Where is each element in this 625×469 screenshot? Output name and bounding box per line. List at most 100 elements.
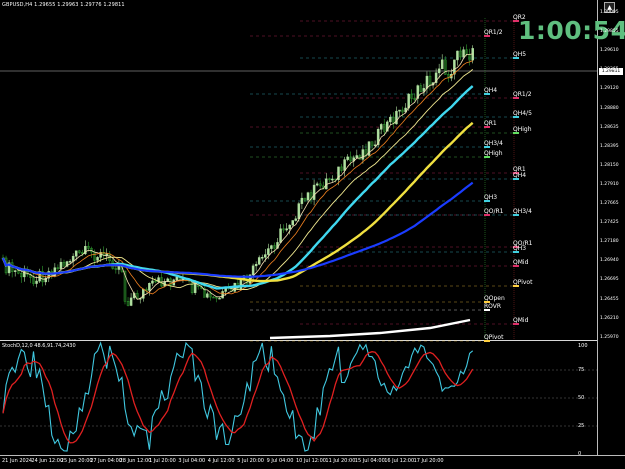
- level-label: QH3/4: [513, 208, 532, 216]
- price-tick: 1.29365: [600, 67, 619, 73]
- price-tick: 1.28880: [600, 105, 619, 111]
- symbol-label: GBPUSD,H4 1.29655 1.29963 1.29776 1.2981…: [2, 2, 125, 8]
- price-tick: 1.29610: [600, 48, 619, 54]
- candle-body: [306, 192, 310, 201]
- candle-body: [440, 59, 444, 70]
- candle-body: [74, 250, 78, 257]
- candle-body: [285, 228, 288, 231]
- candle-body: [193, 283, 197, 293]
- level-label: QHigh: [484, 150, 503, 158]
- time-tick: 17 Jul 20:00: [413, 458, 444, 464]
- osc-tick: 100: [578, 343, 588, 349]
- price-tick: 1.28395: [600, 143, 619, 149]
- time-tick: 1 Jul 20:00: [149, 458, 176, 464]
- chart-drawing: [0, 18, 597, 452]
- candle-body: [398, 109, 401, 112]
- candle-body: [331, 178, 334, 181]
- osc-tick: 0: [578, 451, 582, 457]
- level-label: QO/R1: [484, 208, 504, 216]
- candle-body: [294, 218, 298, 221]
- candle-body: [343, 159, 346, 171]
- candle-body: [379, 124, 383, 130]
- osc-tick: 25: [578, 423, 585, 429]
- candle-body: [68, 260, 72, 263]
- time-tick: 16 Jul 12:00: [384, 458, 415, 464]
- stoch-main-line: [2, 341, 474, 452]
- candle-body: [453, 59, 456, 75]
- time-tick: 27 Jun 04:00: [90, 458, 122, 464]
- candle-body: [355, 155, 359, 159]
- candle-body: [96, 257, 99, 261]
- level-label: QR2: [513, 14, 526, 22]
- time-tick: 24 Jun 12:00: [31, 458, 64, 464]
- candle-body: [218, 297, 221, 300]
- time-tick: 15 Jul 04:00: [354, 458, 385, 464]
- level-label: QPivot: [484, 334, 504, 342]
- candle-body: [254, 264, 258, 267]
- candle-body: [221, 291, 224, 299]
- time-tick: 4 Jul 12:00: [207, 458, 235, 464]
- candle-body: [300, 197, 304, 204]
- candle-body: [257, 257, 261, 265]
- price-tick: 1.29855: [600, 29, 619, 35]
- ma-white-line: [269, 318, 471, 340]
- level-label: QH4: [513, 172, 527, 180]
- oscillator-label: StochD,12,0 48.6,91.74,2430: [2, 343, 76, 349]
- candle-body: [361, 149, 365, 160]
- candle-body: [175, 276, 179, 281]
- candle-body: [279, 228, 282, 243]
- candle-body: [59, 261, 63, 269]
- symbol-name: GBPUSD,H4: [2, 2, 33, 8]
- candle-body: [206, 293, 209, 298]
- price-tick: 1.25970: [600, 334, 619, 340]
- price-tick: 1.27910: [600, 181, 619, 187]
- candle-body: [142, 288, 145, 299]
- candle-body: [148, 283, 151, 291]
- price-tick: 1.28635: [600, 124, 619, 130]
- level-label: QH3: [484, 194, 498, 202]
- price-tick: 1.26940: [600, 258, 619, 264]
- level-label: QH3/4: [484, 140, 503, 148]
- level-label: QR1/2: [513, 91, 532, 99]
- osc-tick: 50: [578, 395, 585, 401]
- price-tick: 1.27180: [600, 239, 619, 245]
- price-tick: 1.26455: [600, 296, 619, 302]
- time-tick: 21 Jun 2024: [2, 458, 33, 464]
- candle-body: [270, 245, 273, 249]
- candle-body: [288, 224, 291, 229]
- time-tick: 3 Jul 04:00: [178, 458, 206, 464]
- candle-body: [291, 220, 294, 226]
- candle-body: [425, 75, 429, 89]
- level-label: ROVR: [484, 303, 502, 311]
- price-tick: 1.27665: [600, 201, 619, 206]
- ma-fast-line: [2, 53, 473, 300]
- candle-body: [315, 183, 319, 186]
- level-label: QMid: [513, 259, 529, 267]
- candle-body: [456, 50, 459, 61]
- candle-body: [35, 280, 38, 284]
- candle-body: [13, 270, 17, 272]
- level-label: QH4: [484, 87, 498, 95]
- price-tick: 1.30095: [600, 10, 619, 15]
- candle-body: [129, 297, 133, 306]
- level-label: QH4/5: [513, 110, 532, 118]
- candle-body: [251, 265, 255, 276]
- osc-tick: 75: [578, 367, 585, 373]
- level-label: QPivot: [513, 279, 533, 287]
- candle-body: [267, 248, 270, 255]
- price-tick: 1.26210: [600, 315, 619, 321]
- level-label: QH3: [513, 245, 527, 253]
- candle-body: [261, 257, 264, 259]
- chart-window: GBPUSD,H4 1.29655 1.29963 1.29776 1.2981…: [0, 0, 625, 469]
- time-tick: 5 Jul 20:00: [237, 458, 264, 464]
- candle-body: [105, 253, 108, 256]
- candle-body: [437, 68, 441, 74]
- level-label: QH5: [513, 51, 527, 59]
- ma-blue-line: [1, 181, 474, 278]
- candle-body: [407, 93, 410, 109]
- candle-body: [297, 203, 301, 220]
- time-tick: 10 Jul 12:00: [296, 458, 326, 464]
- time-tick: 11 Jul 20:00: [325, 458, 356, 464]
- time-tick: 25 Jun 20:00: [60, 458, 93, 464]
- candle-body: [462, 49, 465, 58]
